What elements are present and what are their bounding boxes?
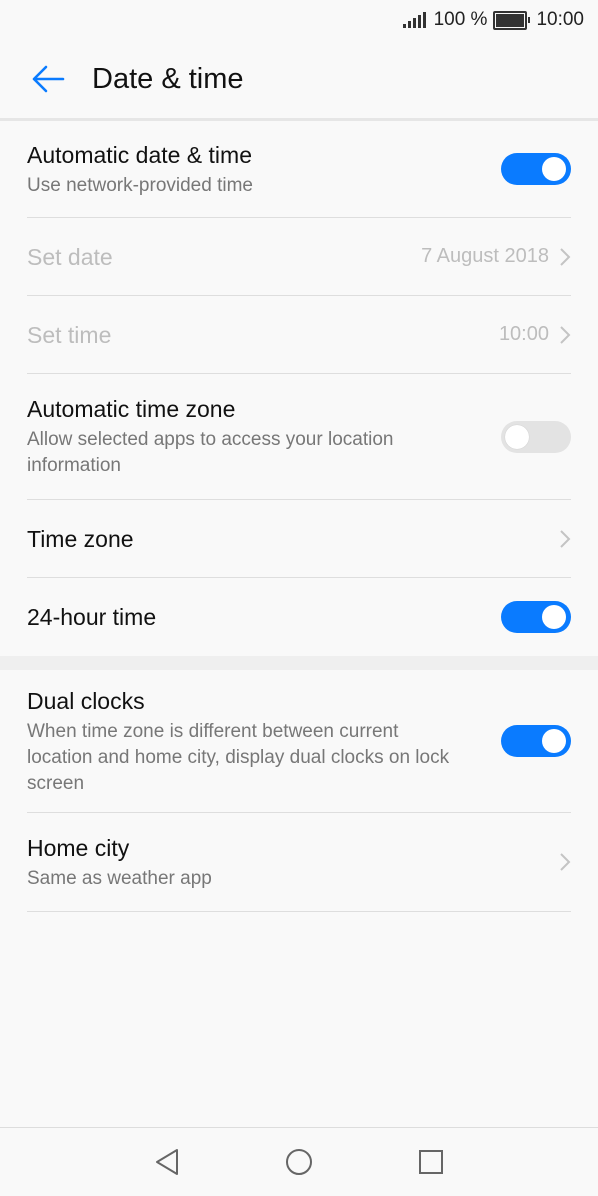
recents-square-icon xyxy=(419,1150,443,1174)
home-city-label: Home city xyxy=(27,834,130,861)
hour24-row[interactable]: 24-hour time xyxy=(27,578,571,656)
automatic-date-time-toggle[interactable] xyxy=(501,153,571,185)
automatic-date-time-summary: Use network-provided time xyxy=(27,174,253,196)
chevron-right-icon xyxy=(560,529,571,548)
automatic-time-zone-summary: Allow selected apps to access your locat… xyxy=(27,429,394,476)
nav-back-button[interactable] xyxy=(147,1142,187,1182)
app-bar: Date & time xyxy=(0,40,598,121)
status-time: 10:00 xyxy=(536,9,584,30)
chevron-right-icon xyxy=(560,247,571,266)
set-date-row[interactable]: Set date 7 August 2018 xyxy=(27,218,571,296)
dual-clocks-row[interactable]: Dual clocks When time zone is different … xyxy=(27,670,571,813)
dual-clocks-toggle[interactable] xyxy=(501,725,571,757)
automatic-date-time-row[interactable]: Automatic date & time Use network-provid… xyxy=(27,121,571,218)
time-zone-row[interactable]: Time zone xyxy=(27,500,571,578)
battery-percentage: 100 % xyxy=(433,9,488,30)
automatic-time-zone-row[interactable]: Automatic time zone Allow selected apps … xyxy=(27,374,571,500)
set-time-row[interactable]: Set time 10:00 xyxy=(27,296,571,374)
home-city-summary: Same as weather app xyxy=(27,867,212,889)
navigation-bar xyxy=(0,1127,598,1196)
automatic-time-zone-label: Automatic time zone xyxy=(27,396,236,422)
hour24-toggle[interactable] xyxy=(501,601,571,633)
battery-icon xyxy=(493,10,531,30)
set-date-label: Set date xyxy=(27,243,113,270)
page-title: Date & time xyxy=(92,62,244,95)
time-zone-label: Time zone xyxy=(27,525,134,552)
home-city-row[interactable]: Home city Same as weather app xyxy=(27,813,571,912)
set-time-label: Set time xyxy=(27,321,112,348)
dual-clocks-summary: When time zone is different between curr… xyxy=(27,720,450,794)
set-date-value: 7 August 2018 xyxy=(421,245,549,267)
automatic-time-zone-toggle[interactable] xyxy=(501,420,571,453)
automatic-date-time-label: Automatic date & time xyxy=(27,141,252,168)
status-bar: 100 % 10:00 xyxy=(0,0,598,40)
back-button[interactable] xyxy=(18,49,78,109)
signal-icon xyxy=(402,12,426,28)
section-divider xyxy=(0,656,598,670)
arrow-left-icon xyxy=(32,65,65,93)
chevron-right-icon xyxy=(560,325,571,344)
back-triangle-icon xyxy=(156,1149,178,1175)
hour24-label: 24-hour time xyxy=(27,604,157,630)
nav-home-button[interactable] xyxy=(279,1142,319,1182)
settings-list: Automatic date & time Use network-provid… xyxy=(0,121,598,912)
date-time-settings-screen: 100 % 10:00 Date & time Automatic date &… xyxy=(0,0,598,1196)
set-time-value: 10:00 xyxy=(498,323,549,345)
nav-recents-button[interactable] xyxy=(411,1142,451,1182)
dual-clocks-label: Dual clocks xyxy=(27,687,145,714)
home-circle-icon xyxy=(286,1149,312,1175)
chevron-right-icon xyxy=(560,853,571,871)
